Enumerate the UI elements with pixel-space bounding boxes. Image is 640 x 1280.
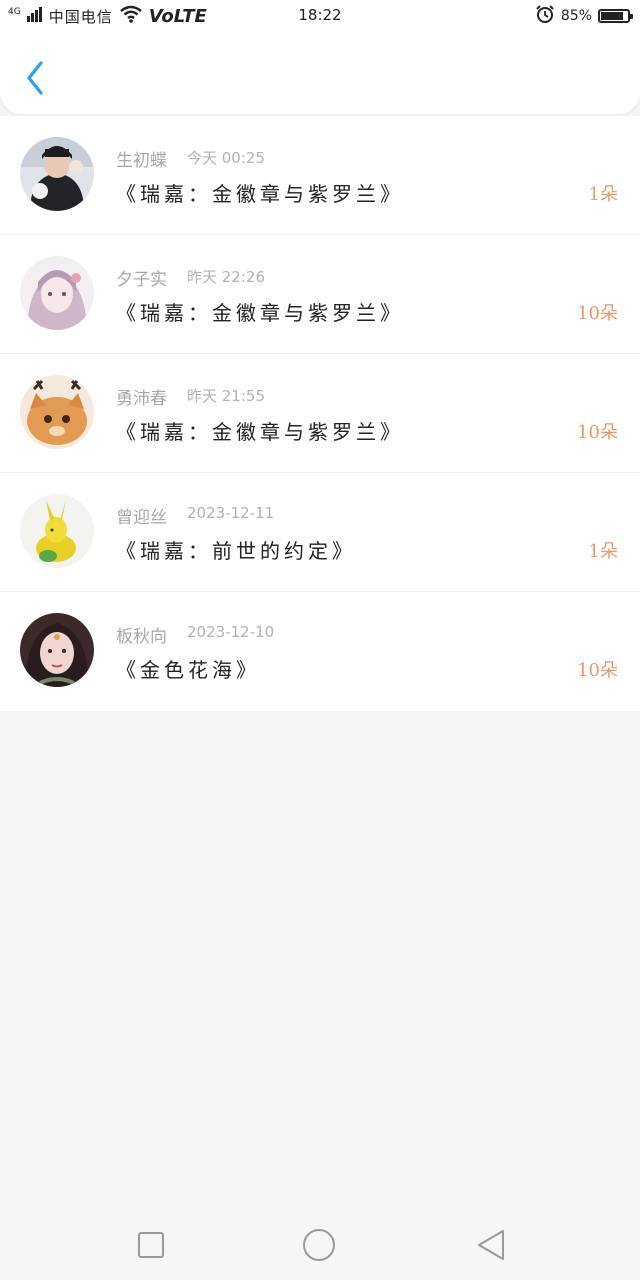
- send-time: 昨天 21:55: [187, 387, 265, 405]
- system-nav-bar: [0, 1210, 640, 1280]
- gift-title: 《瑞嘉：金徽章与紫罗兰》: [116, 420, 404, 444]
- gift-quantity: 1朵: [588, 541, 618, 562]
- gift-title: 《瑞嘉：金徽章与紫罗兰》: [116, 301, 404, 325]
- list-item[interactable]: 生初蝶 今天 00:25 《瑞嘉：金徽章与紫罗兰》 1朵: [0, 116, 640, 235]
- nav-back-button[interactable]: [474, 1228, 508, 1262]
- send-time: 昨天 22:26: [187, 268, 265, 286]
- avatar[interactable]: [20, 494, 94, 568]
- circle-icon: [303, 1229, 335, 1261]
- square-icon: [138, 1232, 164, 1258]
- gift-record-list: 生初蝶 今天 00:25 《瑞嘉：金徽章与紫罗兰》 1朵 夕子实 昨天 22:2…: [0, 116, 640, 711]
- gift-quantity: 10朵: [577, 303, 618, 324]
- gift-title: 《瑞嘉：金徽章与紫罗兰》: [116, 182, 404, 206]
- list-item[interactable]: 夕子实 昨天 22:26 《瑞嘉：金徽章与紫罗兰》 10朵: [0, 235, 640, 354]
- avatar[interactable]: [20, 256, 94, 330]
- battery-icon: [598, 9, 633, 23]
- battery-percent: 85%: [560, 8, 592, 24]
- send-time: 2023-12-10: [187, 623, 275, 641]
- chevron-left-icon: [27, 61, 43, 95]
- list-item[interactable]: 曾迎丝 2023-12-11 《瑞嘉：前世的约定》 1朵: [0, 473, 640, 592]
- sender-name: 夕子实: [116, 270, 167, 290]
- gift-quantity: 10朵: [577, 660, 618, 681]
- sender-name: 生初蝶: [116, 151, 167, 171]
- gift-quantity: 10朵: [577, 422, 618, 443]
- status-bar: 4G 中国电信 VoLTE 18:22 85%: [0, 0, 640, 34]
- sender-name: 勇沛春: [116, 389, 167, 409]
- item-meta: 生初蝶 今天 00:25: [116, 146, 265, 171]
- home-button[interactable]: [302, 1228, 336, 1262]
- list-item[interactable]: 勇沛春 昨天 21:55 《瑞嘉：金徽章与紫罗兰》 10朵: [0, 354, 640, 473]
- battery-fill: [601, 12, 623, 20]
- item-meta: 板秋向 2023-12-10: [116, 622, 274, 647]
- avatar[interactable]: [20, 375, 94, 449]
- sender-name: 曾迎丝: [116, 508, 167, 528]
- triangle-back-icon: [478, 1230, 504, 1260]
- avatar[interactable]: [20, 613, 94, 687]
- gift-title: 《瑞嘉：前世的约定》: [116, 539, 356, 563]
- header: [0, 34, 640, 114]
- recent-apps-button[interactable]: [134, 1228, 168, 1262]
- back-button[interactable]: [18, 58, 52, 98]
- gift-title: 《金色花海》: [116, 658, 260, 682]
- send-time: 2023-12-11: [187, 504, 275, 522]
- gift-quantity: 1朵: [588, 184, 618, 205]
- list-item[interactable]: 板秋向 2023-12-10 《金色花海》 10朵: [0, 592, 640, 711]
- item-meta: 夕子实 昨天 22:26: [116, 265, 265, 290]
- item-meta: 曾迎丝 2023-12-11: [116, 503, 274, 528]
- send-time: 今天 00:25: [187, 149, 265, 167]
- alarm-icon: [535, 4, 555, 28]
- avatar[interactable]: [20, 137, 94, 211]
- item-meta: 勇沛春 昨天 21:55: [116, 384, 265, 409]
- sender-name: 板秋向: [116, 627, 167, 647]
- status-right: 85%: [535, 4, 633, 28]
